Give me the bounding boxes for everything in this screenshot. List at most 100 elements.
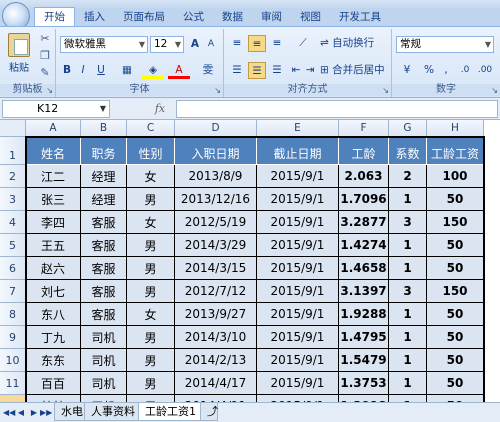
align-center-button[interactable]: ☰ bbox=[248, 62, 266, 79]
table-header-seniority-pay[interactable]: 工龄工资 bbox=[427, 137, 484, 165]
tab-developer[interactable]: 开发工具 bbox=[330, 8, 390, 26]
cell-join-date[interactable]: 2014/2/13 bbox=[175, 349, 257, 372]
cell-name[interactable]: 百百 bbox=[26, 372, 81, 395]
column-header-b[interactable]: B bbox=[81, 120, 127, 137]
cell-gender[interactable]: 男 bbox=[127, 280, 175, 303]
formula-input[interactable] bbox=[176, 100, 498, 118]
align-top-button[interactable]: ≡ bbox=[228, 35, 246, 52]
number-launcher-icon[interactable]: ↘ bbox=[491, 86, 498, 95]
cell-role[interactable]: 客服 bbox=[81, 257, 127, 280]
alignment-launcher-icon[interactable]: ↘ bbox=[382, 86, 389, 95]
decrease-decimal-button[interactable]: .00 bbox=[476, 62, 494, 79]
cell-end-date[interactable]: 2015/9/1 bbox=[257, 349, 339, 372]
table-header-seniority[interactable]: 工龄 bbox=[339, 137, 389, 165]
cell-join-date[interactable]: 2013/12/16 bbox=[175, 188, 257, 211]
table-header-coefficient[interactable]: 系数 bbox=[389, 137, 427, 165]
cell-gender[interactable]: 女 bbox=[127, 165, 175, 188]
cell-seniority-pay[interactable]: 150 bbox=[427, 280, 484, 303]
cell-coefficient[interactable]: 1 bbox=[389, 257, 427, 280]
column-header-f[interactable]: F bbox=[339, 120, 389, 137]
cell-seniority[interactable]: 1.3753 bbox=[339, 372, 389, 395]
cell-seniority[interactable]: 1.7096 bbox=[339, 188, 389, 211]
prev-sheet-icon[interactable]: ◀ bbox=[16, 407, 26, 419]
cell-end-date[interactable]: 2015/9/1 bbox=[257, 211, 339, 234]
cell-end-date[interactable]: 2015/9/1 bbox=[257, 303, 339, 326]
new-sheet-icon[interactable]: ⤴ bbox=[200, 403, 218, 421]
font-size-combo[interactable]: 12 ▼ bbox=[150, 36, 184, 53]
cell-seniority-pay[interactable]: 50 bbox=[427, 372, 484, 395]
cell-coefficient[interactable]: 2 bbox=[389, 165, 427, 188]
tab-formulas[interactable]: 公式 bbox=[174, 8, 213, 26]
cell-seniority[interactable]: 1.5479 bbox=[339, 349, 389, 372]
cell-join-date[interactable]: 2014/4/17 bbox=[175, 372, 257, 395]
cell-join-date[interactable]: 2013/8/9 bbox=[175, 165, 257, 188]
cell-name[interactable]: 东东 bbox=[26, 349, 81, 372]
decrease-indent-button[interactable]: ⇤ bbox=[290, 62, 302, 79]
align-left-button[interactable]: ☰ bbox=[228, 62, 246, 79]
first-sheet-icon[interactable]: ◀◀ bbox=[3, 407, 15, 419]
increase-decimal-button[interactable]: .0 bbox=[456, 62, 474, 79]
cell-gender[interactable]: 女 bbox=[127, 303, 175, 326]
cell-gender[interactable]: 男 bbox=[127, 234, 175, 257]
cell-seniority[interactable]: 3.1397 bbox=[339, 280, 389, 303]
column-header-d[interactable]: D bbox=[175, 120, 257, 137]
cell-role[interactable]: 司机 bbox=[81, 372, 127, 395]
cell-name[interactable]: 东八 bbox=[26, 303, 81, 326]
cell-name[interactable]: 李四 bbox=[26, 211, 81, 234]
cell-seniority-pay[interactable]: 50 bbox=[427, 188, 484, 211]
fx-icon[interactable]: fx bbox=[148, 100, 172, 118]
column-header-a[interactable]: A bbox=[26, 120, 81, 137]
phonetic-button[interactable]: 雯 bbox=[196, 62, 220, 79]
table-header-name[interactable]: 姓名 bbox=[26, 137, 81, 165]
font-name-combo[interactable]: 微软雅黑 ▼ bbox=[60, 36, 148, 53]
cell-join-date[interactable]: 2013/9/27 bbox=[175, 303, 257, 326]
row-header-5[interactable]: 5 bbox=[0, 234, 26, 257]
table-header-role[interactable]: 职务 bbox=[81, 137, 127, 165]
increase-indent-button[interactable]: ⇥ bbox=[304, 62, 316, 79]
paste-button[interactable]: 粘贴 bbox=[4, 31, 34, 79]
row-header-11[interactable]: 11 bbox=[0, 372, 26, 395]
merge-center-button[interactable]: ⊞ 合并后居中 bbox=[320, 62, 390, 79]
table-header-gender[interactable]: 性别 bbox=[127, 137, 175, 165]
row-header-7[interactable]: 7 bbox=[0, 280, 26, 303]
cell-seniority[interactable]: 1.9288 bbox=[339, 303, 389, 326]
column-header-h[interactable]: H bbox=[427, 120, 484, 137]
cell-coefficient[interactable]: 3 bbox=[389, 280, 427, 303]
row-header-3[interactable]: 3 bbox=[0, 188, 26, 211]
cell-role[interactable]: 司机 bbox=[81, 349, 127, 372]
cell-name[interactable]: 赵六 bbox=[26, 257, 81, 280]
borders-button[interactable]: ▦ bbox=[116, 62, 138, 79]
name-box[interactable]: K12 ▼ bbox=[2, 100, 110, 118]
align-right-button[interactable]: ☰ bbox=[268, 62, 286, 79]
cell-coefficient[interactable]: 1 bbox=[389, 372, 427, 395]
cell-gender[interactable]: 女 bbox=[127, 211, 175, 234]
cell-end-date[interactable]: 2015/9/1 bbox=[257, 326, 339, 349]
cell-seniority[interactable]: 1.4795 bbox=[339, 326, 389, 349]
number-format-combo[interactable]: 常规 ▼ bbox=[396, 36, 494, 53]
row-header-6[interactable]: 6 bbox=[0, 257, 26, 280]
comma-button[interactable]: , bbox=[440, 62, 452, 79]
cell-gender[interactable]: 男 bbox=[127, 326, 175, 349]
underline-button[interactable]: U bbox=[92, 62, 110, 79]
cell-role[interactable]: 客服 bbox=[81, 303, 127, 326]
cell-join-date[interactable]: 2014/3/10 bbox=[175, 326, 257, 349]
cell-end-date[interactable]: 2015/9/1 bbox=[257, 234, 339, 257]
tab-view[interactable]: 视图 bbox=[291, 8, 330, 26]
cell-end-date[interactable]: 2015/9/1 bbox=[257, 165, 339, 188]
cell-seniority[interactable]: 1.4274 bbox=[339, 234, 389, 257]
percent-button[interactable]: % bbox=[422, 62, 436, 79]
cell-name[interactable]: 江二 bbox=[26, 165, 81, 188]
cell-name[interactable]: 丁九 bbox=[26, 326, 81, 349]
accounting-button[interactable]: ¥ bbox=[396, 62, 418, 79]
cell-seniority[interactable]: 2.063 bbox=[339, 165, 389, 188]
tab-review[interactable]: 审阅 bbox=[252, 8, 291, 26]
cell-seniority-pay[interactable]: 50 bbox=[427, 326, 484, 349]
align-middle-button[interactable]: ≡ bbox=[248, 35, 266, 52]
wrap-text-button[interactable]: ⇌ 自动换行 bbox=[320, 35, 388, 52]
align-bottom-button[interactable]: ≡ bbox=[268, 35, 286, 52]
last-sheet-icon[interactable]: ▶▶ bbox=[40, 407, 52, 419]
table-header-end-date[interactable]: 截止日期 bbox=[257, 137, 339, 165]
cell-seniority-pay[interactable]: 50 bbox=[427, 234, 484, 257]
cell-gender[interactable]: 男 bbox=[127, 257, 175, 280]
cell-seniority-pay[interactable]: 150 bbox=[427, 211, 484, 234]
